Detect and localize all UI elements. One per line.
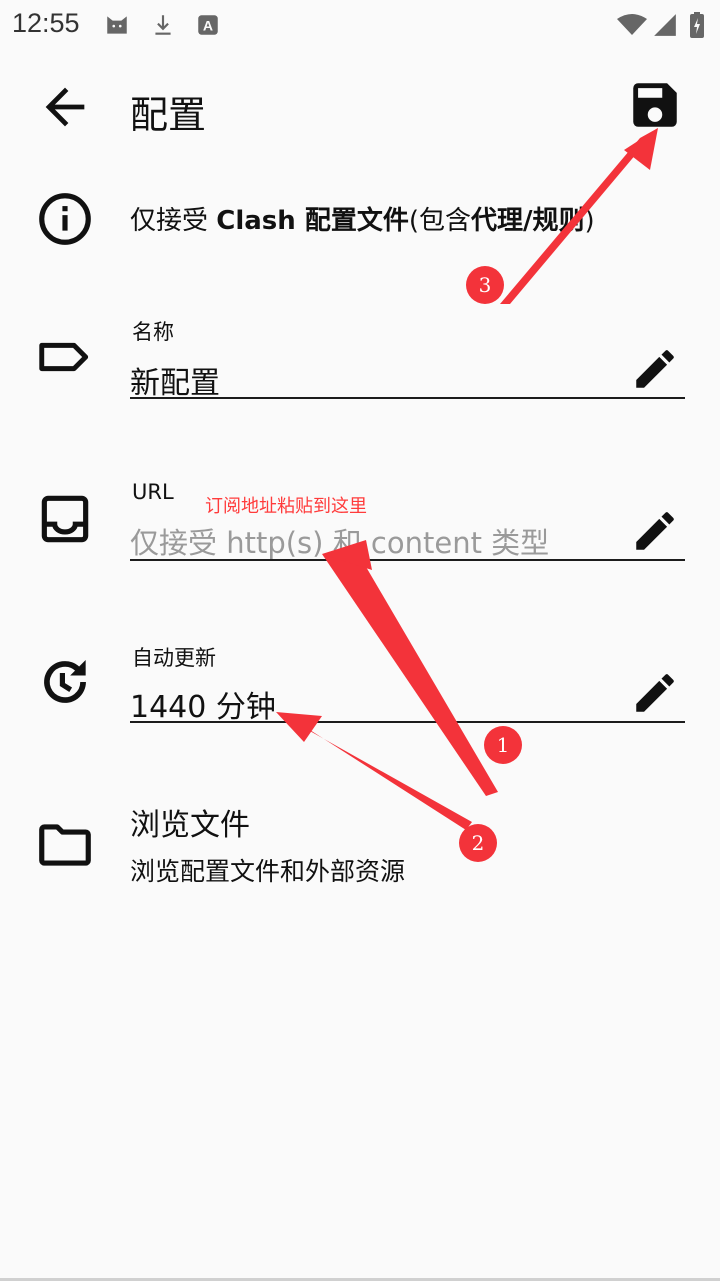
url-field-underline <box>130 559 685 561</box>
annotation-badge-1: 1 <box>484 726 522 764</box>
battery-charging-icon <box>690 12 704 38</box>
name-field-underline <box>130 397 685 399</box>
inbox-icon <box>41 495 89 543</box>
url-field-label: URL <box>132 480 174 504</box>
browse-files-title: 浏览文件 <box>130 808 250 843</box>
auto-update-field-label: 自动更新 <box>132 646 216 670</box>
info-middle: (包含 <box>408 206 471 236</box>
info-bold-proxy: 代理/规则 <box>471 206 585 236</box>
browse-files-subtitle: 浏览配置文件和外部资源 <box>130 857 406 886</box>
arrow-3-head <box>624 128 658 170</box>
info-icon <box>39 193 91 245</box>
status-time: 12:55 <box>12 8 80 38</box>
wifi-icon <box>617 14 647 35</box>
edit-url-button[interactable] <box>630 506 680 556</box>
edit-name-button[interactable] <box>630 344 680 394</box>
update-clock-icon <box>44 660 86 703</box>
auto-update-field-underline <box>130 721 685 723</box>
annotation-badge-2: 2 <box>459 824 497 862</box>
url-field-input[interactable]: 仅接受 http(s) 和 content 类型 <box>130 520 549 562</box>
status-bar: 12:55 A <box>0 0 720 50</box>
cat-icon <box>107 16 127 34</box>
a-badge-icon: A <box>198 15 218 35</box>
annotation-badge-3: 3 <box>466 266 504 304</box>
label-icon <box>39 342 89 372</box>
save-button[interactable] <box>626 76 684 134</box>
signal-icon <box>654 14 676 36</box>
edit-auto-update-button[interactable] <box>630 668 680 718</box>
arrow-2-head <box>276 712 322 742</box>
arrow-1-shaft <box>322 554 498 796</box>
info-text: 仅接受 Clash 配置文件(包含代理/规则) <box>130 200 595 237</box>
url-hint-annotation: 订阅地址粘贴到这里 <box>205 496 367 517</box>
info-bold-clash: Clash 配置文件 <box>216 206 409 236</box>
info-prefix: 仅接受 <box>130 206 217 236</box>
name-field-input[interactable]: 新配置 <box>130 358 220 402</box>
folder-icon <box>39 824 91 866</box>
info-suffix: ) <box>584 206 595 236</box>
svg-text:A: A <box>203 17 213 33</box>
back-button[interactable] <box>36 78 94 136</box>
name-field-label: 名称 <box>132 320 174 344</box>
browse-files-item[interactable]: 浏览文件 浏览配置文件和外部资源 <box>0 790 720 900</box>
auto-update-field-input[interactable]: 1440 分钟 <box>130 682 276 726</box>
page-title: 配置 <box>130 93 207 137</box>
download-icon <box>155 15 171 35</box>
annotation-arrows <box>276 128 658 830</box>
